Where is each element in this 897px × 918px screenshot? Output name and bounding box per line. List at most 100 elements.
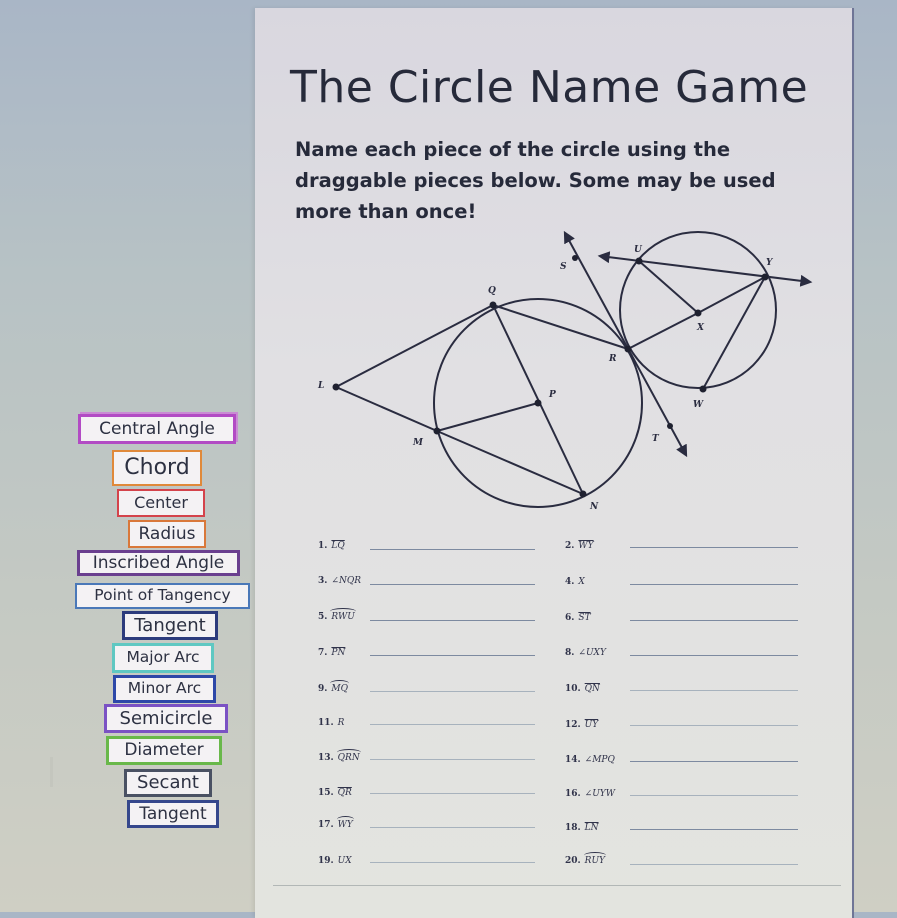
line-st [563, 230, 688, 458]
answer-line-14[interactable] [630, 761, 798, 762]
symbol: QR [337, 788, 352, 798]
draggable-diameter[interactable]: Diameter [106, 736, 222, 765]
answer-line-15[interactable] [370, 793, 535, 794]
answer-line-11[interactable] [370, 724, 535, 725]
symbol: LQ [331, 541, 345, 551]
draggable-central-angle[interactable]: Central Angle [78, 414, 236, 444]
point-s [572, 255, 578, 261]
question-15: 15. QR [318, 788, 352, 798]
label-r: R [608, 354, 617, 364]
answer-line-20[interactable] [630, 864, 798, 865]
answer-line-9[interactable] [370, 691, 535, 692]
question-4: 4. X [565, 577, 585, 587]
question-8: 8. ∠UXY [565, 648, 606, 658]
question-12: 12. UY [565, 720, 599, 730]
answer-line-8[interactable] [630, 655, 798, 656]
edge-mark [50, 757, 53, 787]
question-16: 16. ∠UYW [565, 789, 615, 799]
draggable-minor-arc[interactable]: Minor Arc [113, 675, 216, 703]
segment-mn [436, 430, 584, 495]
question-5: 5. RWU [318, 612, 355, 622]
label-p: P [548, 390, 556, 400]
draggable-chord[interactable]: Chord [112, 450, 202, 486]
draggable-inscribed-angle[interactable]: Inscribed Angle [77, 550, 240, 576]
page-title: The Circle Name Game [290, 62, 809, 113]
symbol: WY [337, 820, 353, 830]
point-l [332, 383, 340, 391]
point-w [699, 385, 707, 393]
draggable-secant[interactable]: Secant [124, 769, 212, 797]
symbol: RUY [584, 856, 605, 866]
point-r [624, 345, 632, 353]
symbol: ∠MPQ [584, 755, 615, 765]
symbol: MQ [331, 684, 348, 694]
draggable-radius[interactable]: Radius [128, 520, 206, 548]
answer-line-6[interactable] [630, 620, 798, 621]
label-s: S [560, 262, 567, 272]
point-u [635, 257, 643, 265]
circle-diagram: L Q M N P R S T U X Y W [317, 230, 813, 512]
question-2: 2. WY [565, 541, 594, 551]
answer-line-5[interactable] [370, 620, 535, 621]
answer-line-13[interactable] [370, 759, 535, 760]
label-m: M [412, 438, 424, 448]
question-9: 9. MQ [318, 684, 348, 694]
answer-line-4[interactable] [630, 584, 798, 585]
symbol: R [337, 718, 345, 728]
question-3: 3. ∠NQR [318, 576, 361, 586]
symbol: LN [584, 823, 599, 833]
point-t [667, 423, 673, 429]
symbol: ST [578, 613, 591, 623]
point-n [579, 490, 587, 498]
symbol: UX [337, 856, 352, 866]
draggable-center[interactable]: Center [117, 489, 205, 517]
answer-line-17[interactable] [370, 827, 535, 828]
answer-line-1[interactable] [370, 549, 535, 550]
question-11: 11. R [318, 718, 345, 728]
point-m [433, 427, 441, 435]
question-7: 7. PN [318, 648, 346, 658]
segment-ux [638, 260, 699, 314]
question-13: 13. QRN [318, 753, 360, 763]
segment-pm [436, 402, 539, 432]
answer-line-10[interactable] [630, 690, 798, 691]
answer-line-3[interactable] [370, 584, 535, 585]
symbol: QRN [337, 753, 360, 763]
segment-lm [335, 386, 438, 432]
point-q [489, 301, 497, 309]
symbol: UY [584, 720, 599, 730]
answer-line-18[interactable] [630, 829, 798, 830]
symbol: ∠UYW [584, 789, 615, 799]
label-q: Q [488, 286, 496, 296]
answer-line-2[interactable] [630, 547, 798, 548]
point-x [694, 309, 702, 317]
draggable-tangent[interactable]: Tangent [122, 611, 218, 640]
symbol: WY [578, 541, 594, 551]
label-y: Y [766, 258, 774, 268]
segment-rx [627, 312, 699, 350]
label-u: U [634, 245, 643, 255]
label-n: N [589, 502, 599, 512]
symbol: ∠NQR [331, 576, 361, 586]
instructions: Name each piece of the circle using the … [295, 138, 776, 223]
question-14: 14. ∠MPQ [565, 755, 615, 765]
answer-line-12[interactable] [630, 725, 798, 726]
segment-lq [335, 304, 494, 388]
question-10: 10. QN [565, 684, 600, 694]
draggable-point-of-tangency[interactable]: Point of Tangency [75, 583, 250, 609]
symbol: ∠UXY [578, 648, 606, 658]
draggable-semicircle[interactable]: Semicircle [104, 704, 228, 733]
symbol: QN [584, 684, 600, 694]
question-1: 1. LQ [318, 541, 345, 551]
question-18: 18. LN [565, 823, 599, 833]
answer-line-7[interactable] [370, 655, 535, 656]
answer-line-19[interactable] [370, 862, 535, 863]
draggable-major-arc[interactable]: Major Arc [112, 643, 214, 673]
symbol: X [578, 577, 585, 587]
symbol: PN [331, 648, 346, 658]
answer-line-16[interactable] [630, 795, 798, 796]
draggable-tangent-2[interactable]: Tangent [127, 800, 219, 828]
point-p [534, 399, 542, 407]
question-17: 17. WY [318, 820, 353, 830]
symbol: RWU [331, 612, 355, 622]
